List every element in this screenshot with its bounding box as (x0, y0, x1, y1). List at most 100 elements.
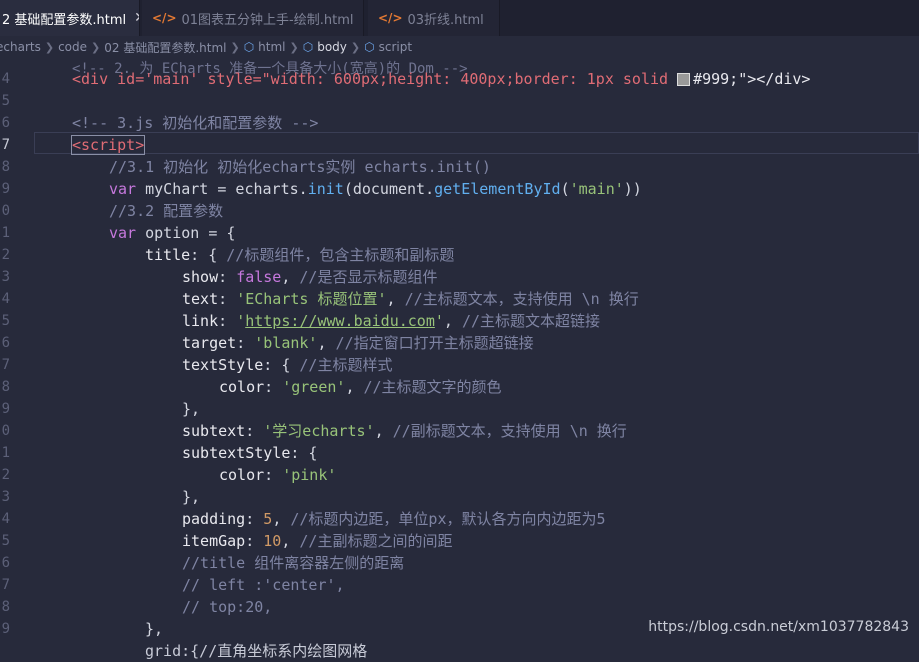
line-number: 9 (1, 181, 10, 197)
js-comment: //主标题文本超链接 (461, 312, 601, 330)
code-line: }, (145, 618, 163, 640)
code-line: }, (182, 398, 200, 420)
code-line: <div id='main' style="width: 600px;heigh… (72, 68, 810, 90)
code-line: target: 'blank', //指定窗口打开主标题超链接 (182, 334, 534, 352)
code-line: show: false, //是否显示标题组件 (182, 268, 438, 286)
code-line: //3.1 初始化 初始化echarts实例 echarts.init() (109, 156, 491, 178)
code-line: text: 'ECharts 标题位置', //主标题文本，支持使用 \n 换行 (182, 290, 639, 308)
code-line: color: 'green', //主标题文字的颜色 (219, 378, 502, 396)
js-comment: //副标题文本，支持使用 \n 换行 (392, 422, 627, 440)
code-line: itemGap: 10, //主副标题之间的间距 (182, 532, 453, 550)
property-key: padding (182, 510, 246, 528)
code-text: : { (190, 246, 227, 264)
code-text: (document. (343, 180, 435, 198)
chevron-right-icon: ❯ (91, 40, 101, 54)
editor-tab-bar: 2 基础配置参数.html ✕ </> 01图表五分钟上手-绘制.html </… (0, 0, 919, 36)
line-number: 4 (1, 71, 10, 87)
breadcrumb-item[interactable]: 02 基础配置参数.html (104, 39, 226, 56)
code-text: }, (182, 488, 201, 506)
keyword: var (109, 180, 137, 198)
breadcrumb-item[interactable]: script (379, 40, 412, 54)
js-comment: //主标题文本，支持使用 \n 换行 (404, 290, 639, 308)
js-comment: //指定窗口打开主标题超链接 (335, 334, 534, 352)
property-key: textStyle (182, 356, 264, 374)
color-swatch[interactable] (677, 73, 691, 86)
line-number: 5 (1, 313, 10, 329)
string: 'ECharts 标题位置' (236, 290, 387, 308)
code-text: }, (182, 400, 201, 418)
code-line: subtext: '学习echarts', //副标题文本，支持使用 \n 换行 (182, 422, 627, 440)
line-number: 9 (1, 621, 10, 637)
js-comment: //主副标题之间的间距 (299, 532, 453, 550)
js-comment: //是否显示标题组件 (299, 268, 438, 286)
tab-02-config[interactable]: 2 基础配置参数.html ✕ (0, 0, 140, 36)
code-text: ( (560, 180, 570, 198)
line-number: 6 (1, 335, 10, 351)
code-line: //3.2 配置参数 (109, 200, 223, 222)
code-text: }, (145, 620, 164, 638)
code-line: grid:{//直角坐标系内绘图网格 (145, 640, 367, 662)
tab-label: 2 基础配置参数.html (2, 12, 127, 28)
function-name: init (307, 180, 344, 198)
color-value: #999;"></div> (693, 70, 811, 88)
chevron-right-icon: ❯ (289, 40, 299, 54)
line-number: 6 (1, 555, 10, 571)
html-comment: <!-- 3.js 初始化和配置参数 --> (72, 114, 319, 132)
property-key: color (219, 378, 265, 396)
js-comment: //标题内边距，单位px，默认各方向内边距为5 (290, 510, 606, 528)
function-name: getElementById (434, 180, 561, 198)
breadcrumb-item[interactable]: body (317, 40, 347, 54)
breadcrumb-item[interactable]: echarts (0, 40, 41, 54)
property-key: title (145, 246, 191, 264)
js-comment: //主标题文字的颜色 (363, 378, 502, 396)
code-text: option = { (136, 224, 236, 242)
code-line: padding: 5, //标题内边距，单位px，默认各方向内边距为5 (182, 510, 606, 528)
tab-label: 03折线.html (407, 12, 484, 28)
property-key: show (182, 268, 219, 286)
line-number: 6 (1, 115, 10, 131)
tab-01-chart[interactable]: </> 01图表五分钟上手-绘制.html (142, 0, 364, 36)
code-text: myChart = echarts. (136, 180, 308, 198)
code-line: // top:20, (182, 596, 272, 618)
string: 'green' (282, 378, 346, 396)
line-number: 3 (1, 269, 10, 285)
property-key: target (182, 334, 237, 352)
js-comment: //主标题样式 (299, 356, 393, 374)
line-number: 1 (1, 445, 10, 461)
js-comment: // top:20, (182, 598, 273, 616)
breadcrumb-item[interactable]: html (258, 40, 285, 54)
cube-icon: ⬡ (243, 40, 255, 54)
chevron-right-icon: ❯ (350, 40, 361, 54)
js-comment: //标题组件，包含主标题和副标题 (226, 246, 455, 264)
code-line: // left :'center', (182, 574, 345, 596)
code-line: <!-- 3.js 初始化和配置参数 --> (72, 112, 318, 134)
string: '学习echarts' (263, 422, 375, 440)
property-key: text (182, 290, 219, 308)
string: 'blank' (254, 334, 318, 352)
property-key: link (182, 312, 219, 330)
line-number: 8 (1, 599, 10, 615)
line-number: 1 (1, 225, 10, 241)
string: 'main' (569, 180, 624, 198)
line-number: 0 (1, 203, 10, 219)
line-number: 0 (1, 423, 10, 439)
js-comment: //title 组件离容器左侧的距离 (182, 554, 405, 572)
chevron-right-icon: ❯ (230, 40, 240, 54)
line-number: 4 (1, 511, 10, 527)
code-line: textStyle: { //主标题样式 (182, 356, 393, 374)
current-line-highlight (34, 132, 919, 154)
code-line: var option = { (109, 222, 235, 244)
breadcrumb-item[interactable]: code (58, 40, 87, 54)
script-tag: <script> (70, 135, 146, 155)
watermark: https://blog.csdn.net/xm1037782843 (648, 619, 909, 635)
string: 'pink' (282, 466, 337, 484)
close-icon[interactable]: ✕ (134, 10, 139, 26)
js-comment: // left :'center', (182, 576, 345, 594)
tab-03-line[interactable]: </> 03折线.html (368, 0, 500, 36)
code-line: link: 'https://www.baidu.com', //主标题文本超链… (182, 312, 601, 330)
code-line: var myChart = echarts.init(document.getE… (109, 178, 642, 200)
line-number: 5 (1, 93, 10, 109)
url-link[interactable]: https://www.baidu.com (245, 312, 435, 330)
line-number: 8 (1, 159, 10, 175)
boolean: false (236, 268, 282, 286)
